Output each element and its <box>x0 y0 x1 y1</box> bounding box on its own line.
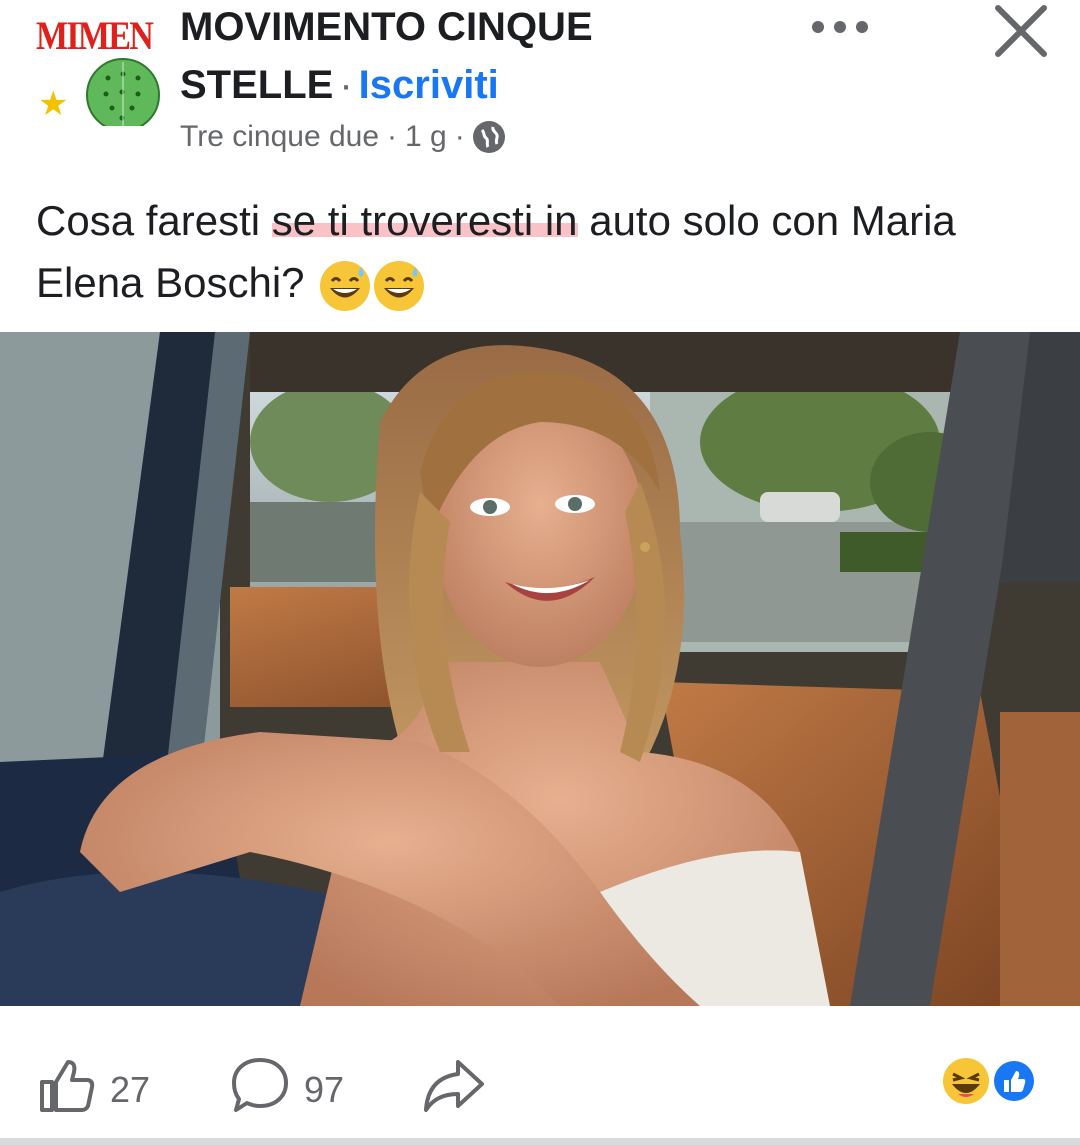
meta-separator: · <box>454 120 465 153</box>
star-icon: ★ <box>38 85 69 123</box>
post-footer: 27 97 <box>0 1006 1080 1145</box>
close-icon[interactable] <box>990 0 1052 62</box>
grinning-sweat-emoji <box>320 260 371 311</box>
more-horizontal-icon[interactable] <box>808 10 872 44</box>
title-separator: · <box>339 63 353 107</box>
subscribe-button[interactable]: Iscriviti <box>359 63 499 107</box>
grinning-sweat-emoji <box>374 260 425 311</box>
group-avatar[interactable]: MIMEN ★ <box>34 6 160 126</box>
post-meta: Tre cinque due · 1 g · <box>180 120 505 154</box>
globe-icon <box>472 121 505 153</box>
group-name-line2[interactable]: STELLE <box>180 63 333 107</box>
share-arrow-icon[interactable] <box>422 1056 486 1123</box>
like-action[interactable]: 27 <box>38 1056 150 1123</box>
group-name-line1[interactable]: MOVIMENTO CINQUE <box>180 5 593 49</box>
football-field-icon <box>86 58 160 126</box>
like-reaction-icon <box>991 1058 1037 1104</box>
comment-action[interactable]: 97 <box>230 1056 344 1123</box>
laughing-emoji <box>943 1058 989 1104</box>
bottom-divider <box>0 1138 1080 1145</box>
author-name[interactable]: Tre cinque due <box>180 120 379 154</box>
reaction-summary[interactable] <box>942 1056 1040 1106</box>
post-photo[interactable] <box>0 332 1080 1006</box>
post-header: MIMEN ★ MOVIMENTO CINQUE STELLE · Iscrivit… <box>0 0 1080 175</box>
group-title: MOVIMENTO CINQUE STELLE · Iscriviti <box>180 0 593 114</box>
highlighted-text: se ti troveresti in <box>271 197 578 244</box>
share-action[interactable] <box>422 1056 486 1123</box>
comment-count: 97 <box>304 1068 345 1110</box>
meta-separator: · <box>387 120 398 153</box>
comment-bubble-icon[interactable] <box>230 1056 290 1123</box>
post-time[interactable]: 1 g <box>405 120 447 154</box>
thumbs-up-icon[interactable] <box>38 1056 96 1123</box>
avatar-logo-text: MIMEN <box>36 13 154 58</box>
post-text-part: Cosa faresti <box>36 197 272 244</box>
like-count: 27 <box>110 1068 151 1110</box>
post-text: Cosa faresti se ti troveresti in auto so… <box>36 190 1046 314</box>
